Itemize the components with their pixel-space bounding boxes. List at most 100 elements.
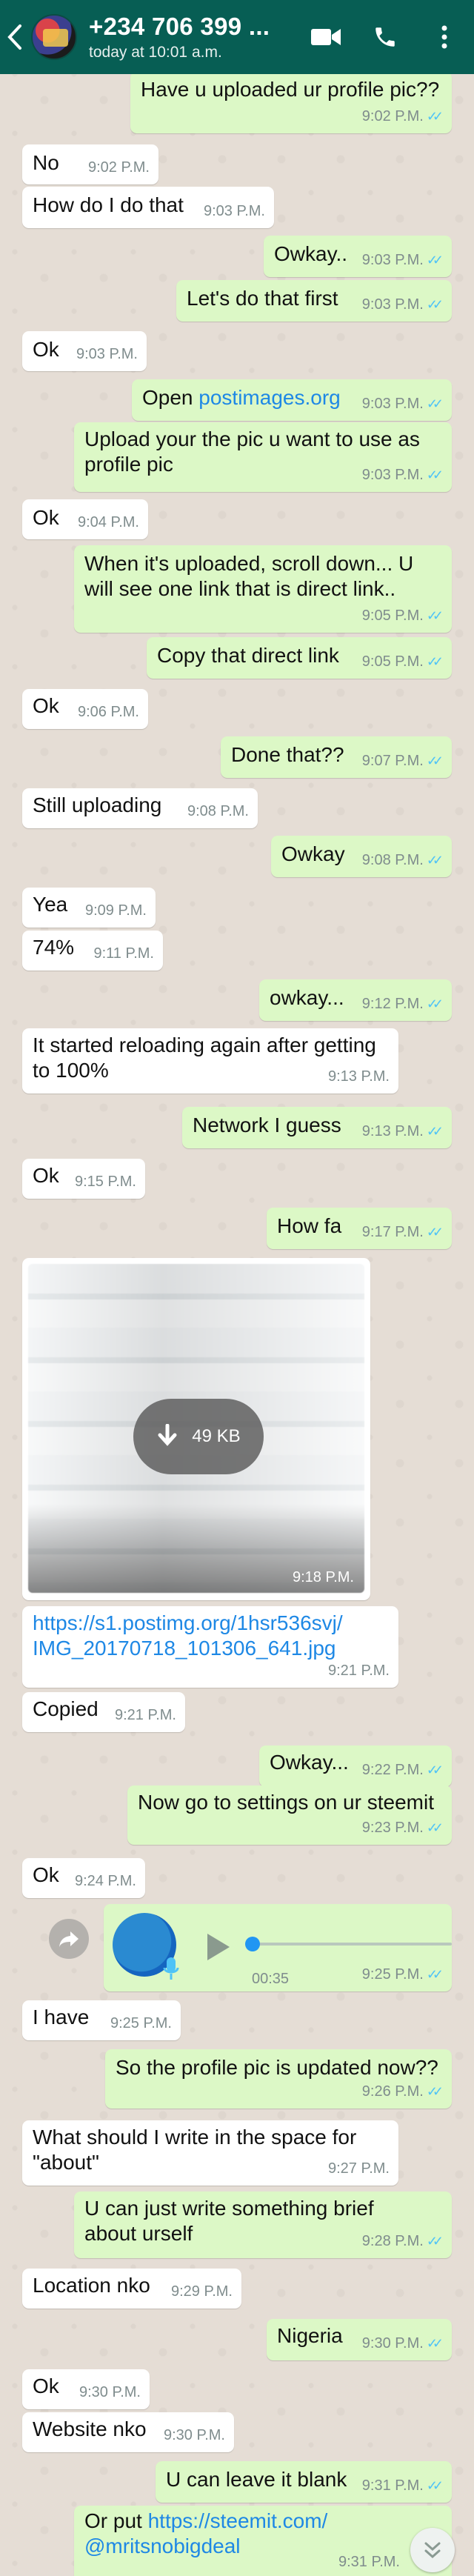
message-incoming[interactable]: Location nko 9:29 P.M.: [22, 2269, 241, 2309]
steemit-link[interactable]: @mritsnobigdeal: [84, 2535, 241, 2557]
message-time: 9:08 P.M.: [187, 803, 249, 819]
message-time: 9:02 P.M.: [361, 108, 424, 124]
file-size: 49 KB: [192, 1426, 241, 1446]
message-time: 9:13 P.M.: [361, 1123, 424, 1139]
message-text: Or put https://steemit.com/ @mritsnobigde…: [84, 2509, 327, 2559]
message-incoming[interactable]: Ok 9:30 P.M.: [22, 2369, 150, 2409]
message-time: 9:26 P.M.: [361, 2083, 424, 2100]
message-text: U can leave it blank: [166, 2468, 347, 2491]
message-outgoing-voice[interactable]: 00:35 9:25 P.M. ✓✓: [104, 1904, 452, 1991]
message-incoming[interactable]: Ok 9:24 P.M.: [22, 1858, 145, 1898]
message-incoming[interactable]: Website nko 9:30 P.M.: [22, 2412, 234, 2452]
message-incoming[interactable]: It started reloading again after getting…: [22, 1028, 398, 1094]
message-outgoing[interactable]: Have u uploaded ur profile pic?? 9:02 P.…: [130, 71, 452, 133]
scroll-to-bottom-button[interactable]: [410, 2528, 455, 2572]
read-ticks-icon: ✓✓: [426, 1124, 444, 1139]
message-incoming[interactable]: Yea 9:09 P.M.: [22, 888, 156, 928]
message-incoming[interactable]: Ok 9:04 P.M.: [22, 499, 148, 539]
message-text: No: [33, 151, 59, 174]
voice-progress-handle[interactable]: [245, 1937, 260, 1951]
message-text: How do I do that: [33, 193, 184, 216]
message-outgoing[interactable]: Nigeria 9:30 P.M. ✓✓: [267, 2319, 452, 2360]
message-outgoing[interactable]: U can just write something brief about ur…: [74, 2191, 452, 2258]
message-time: 9:07 P.M.: [361, 753, 424, 769]
message-time: 9:04 P.M.: [77, 514, 139, 530]
message-text: Yea: [33, 893, 68, 916]
steemit-link[interactable]: https://steemit.com/: [148, 2509, 328, 2532]
message-text: Network I guess: [193, 1114, 341, 1136]
message-outgoing[interactable]: So the profile pic is updated now?? 9:26…: [105, 2049, 452, 2109]
download-button[interactable]: 49 KB: [133, 1399, 264, 1474]
message-text: Have u uploaded ur profile pic??: [141, 78, 440, 101]
read-ticks-icon: ✓✓: [426, 1820, 444, 1835]
message-outgoing[interactable]: Now go to settings on ur steemit 9:23 P.…: [127, 1785, 452, 1845]
read-ticks-icon: ✓✓: [426, 2478, 444, 2493]
message-incoming[interactable]: I have 9:25 P.M.: [22, 2000, 181, 2040]
message-outgoing[interactable]: Upload your the pic u want to use as prof…: [74, 422, 452, 492]
message-incoming[interactable]: 74% 9:11 P.M.: [22, 931, 163, 971]
read-ticks-icon: ✓✓: [426, 2084, 444, 2099]
voice-progress-slider[interactable]: [245, 1937, 452, 1951]
message-outgoing[interactable]: How fa 9:17 P.M. ✓✓: [267, 1208, 452, 1249]
message-outgoing[interactable]: Or put https://steemit.com/ @mritsnobigde…: [74, 2506, 452, 2576]
read-ticks-icon: ✓✓: [426, 467, 444, 482]
read-ticks-icon: ✓✓: [426, 2234, 444, 2249]
image-link[interactable]: IMG_20170718_101306_641.jpg: [33, 1637, 336, 1660]
message-incoming[interactable]: Ok 9:06 P.M.: [22, 689, 148, 729]
message-time: 9:21 P.M.: [114, 1707, 176, 1723]
message-text: U can just write something brief about ur…: [84, 2196, 374, 2246]
back-icon[interactable]: [0, 0, 30, 74]
sender-avatar: [113, 1913, 179, 1980]
message-outgoing[interactable]: Owkay.. 9:03 P.M. ✓✓: [264, 236, 452, 277]
message-outgoing[interactable]: Done that?? 9:07 P.M. ✓✓: [221, 736, 452, 778]
forward-icon[interactable]: [49, 1919, 89, 1959]
avatar[interactable]: [31, 14, 77, 60]
postimages-link[interactable]: postimages.org: [198, 386, 340, 409]
message-outgoing[interactable]: U can leave it blank 9:31 P.M. ✓✓: [156, 2461, 452, 2503]
read-ticks-icon: ✓✓: [426, 1967, 444, 1982]
message-time: 9:05 P.M.: [361, 608, 424, 624]
message-incoming[interactable]: What should I write in the space for "abo…: [22, 2120, 398, 2186]
message-time: 9:30 P.M.: [163, 2427, 225, 2443]
message-incoming-image[interactable]: 49 KB 9:18 P.M.: [22, 1258, 370, 1600]
message-outgoing[interactable]: Owkay... 9:22 P.M. ✓✓: [259, 1745, 452, 1787]
message-text: So the profile pic is updated now??: [116, 2056, 438, 2079]
message-time: 9:11 P.M.: [93, 945, 154, 962]
message-time: 9:05 P.M.: [361, 653, 424, 670]
message-time: 9:25 P.M.: [110, 2015, 172, 2031]
image-link[interactable]: https://s1.postimg.org/1hsr536svj/: [33, 1611, 343, 1634]
message-incoming[interactable]: https://s1.postimg.org/1hsr536svj/IMG_20…: [22, 1606, 398, 1688]
message-line: Upload your the pic u want to use as: [84, 427, 420, 450]
message-incoming[interactable]: Ok 9:15 P.M.: [22, 1159, 145, 1199]
more-options-icon[interactable]: [415, 0, 474, 74]
message-outgoing[interactable]: owkay... 9:12 P.M. ✓✓: [259, 979, 452, 1021]
message-text: Owkay: [281, 842, 345, 865]
message-time: 9:22 P.M.: [361, 1762, 424, 1778]
read-ticks-icon: ✓✓: [426, 396, 444, 411]
message-outgoing[interactable]: Copy that direct link 9:05 P.M. ✓✓: [147, 637, 452, 679]
voice-call-icon[interactable]: [356, 0, 415, 74]
contact-info[interactable]: +234 706 399 ... today at 10:01 a.m.: [89, 13, 296, 61]
message-time: 9:30 P.M.: [79, 2384, 141, 2400]
message-time: 9:30 P.M.: [361, 2335, 424, 2352]
message-outgoing[interactable]: Open postimages.org 9:03 P.M. ✓✓: [132, 379, 452, 421]
last-seen-status: today at 10:01 a.m.: [89, 44, 222, 61]
message-time: 9:02 P.M.: [87, 159, 150, 176]
read-ticks-icon: ✓✓: [426, 853, 444, 868]
message-line: will see one link that is direct link..: [84, 577, 396, 600]
message-text-prefix: Open: [142, 386, 199, 409]
video-call-icon[interactable]: [296, 0, 356, 74]
message-incoming[interactable]: No 9:02 P.M.: [22, 144, 158, 184]
message-incoming[interactable]: Ok 9:03 P.M.: [22, 331, 147, 371]
message-outgoing[interactable]: Network I guess 9:13 P.M. ✓✓: [182, 1107, 452, 1148]
message-outgoing[interactable]: Let's do that first 9:03 P.M. ✓✓: [176, 280, 452, 322]
play-icon[interactable]: [204, 1932, 233, 1962]
message-text: When it's uploaded, scroll down... Uwill…: [84, 551, 413, 602]
message-incoming[interactable]: How do I do that 9:03 P.M.: [22, 187, 274, 228]
read-ticks-icon: ✓✓: [426, 654, 444, 669]
message-time: 9:28 P.M.: [361, 2233, 424, 2249]
message-outgoing[interactable]: Owkay 9:08 P.M. ✓✓: [271, 836, 452, 877]
message-incoming[interactable]: Still uploading 9:08 P.M.: [22, 788, 258, 828]
message-incoming[interactable]: Copied 9:21 P.M.: [22, 1692, 185, 1732]
message-outgoing[interactable]: When it's uploaded, scroll down... Uwill…: [74, 545, 452, 633]
